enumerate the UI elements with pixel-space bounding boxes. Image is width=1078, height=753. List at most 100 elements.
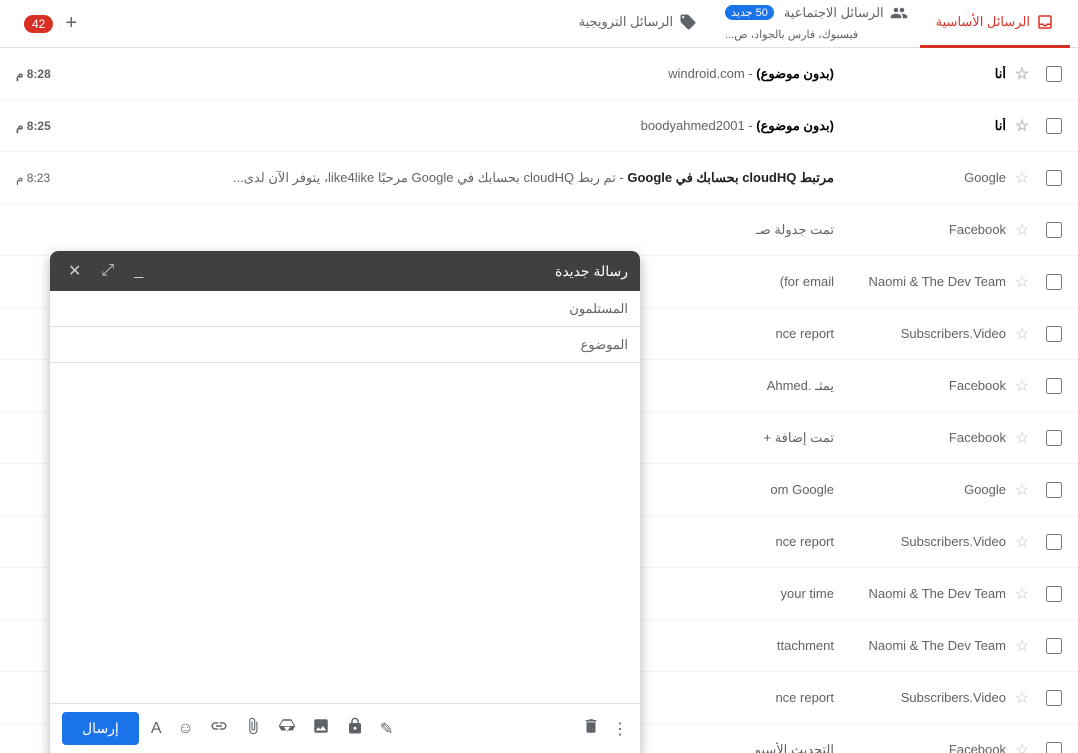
star-icon[interactable]: ☆: [1015, 740, 1029, 753]
to-label: المستلمون: [568, 301, 628, 317]
row-checkbox[interactable]: [1046, 118, 1062, 134]
subject-col: (بدون موضوع) - boodyahmed2001: [80, 118, 842, 134]
star-icon[interactable]: ☆: [1015, 168, 1029, 188]
row-checkbox[interactable]: [1046, 482, 1062, 498]
tab-primary[interactable]: الرسائل الأساسية: [920, 0, 1070, 48]
star-icon[interactable]: ☆: [1015, 116, 1029, 136]
compose-header: رسالة جديدة _ ⤢ ✕: [50, 251, 640, 291]
format-icon[interactable]: A: [147, 716, 166, 742]
tab-promotions[interactable]: الرسائل الترويجية: [563, 0, 714, 48]
checkbox-col: [1038, 586, 1070, 602]
row-checkbox[interactable]: [1046, 638, 1062, 654]
inbox-icon: [1036, 13, 1054, 31]
row-checkbox[interactable]: [1046, 378, 1062, 394]
table-row[interactable]: ☆ أنا (بدون موضوع) - windroid.com 8:28 م: [0, 48, 1078, 100]
star-icon[interactable]: ☆: [1015, 376, 1029, 396]
star-col[interactable]: ☆: [1010, 636, 1034, 656]
delete-icon[interactable]: [578, 713, 604, 744]
tab-social[interactable]: الرسائل الاجتماعية 50 جديد فيسبوك، فارس …: [713, 0, 920, 48]
star-col[interactable]: ☆: [1010, 272, 1034, 292]
row-checkbox[interactable]: [1046, 690, 1062, 706]
star-col[interactable]: ☆: [1010, 584, 1034, 604]
time-col: 8:25 م: [16, 119, 76, 133]
attachment-icon[interactable]: [240, 713, 266, 744]
add-tab-button[interactable]: +: [61, 8, 81, 39]
checkbox-col: [1038, 66, 1070, 82]
row-checkbox[interactable]: [1046, 222, 1062, 238]
sender-col: Facebook: [846, 378, 1006, 393]
checkbox-col: [1038, 534, 1070, 550]
checkbox-col: [1038, 378, 1070, 394]
to-input[interactable]: [62, 297, 568, 320]
table-row[interactable]: ☆ أنا (بدون موضوع) - boodyahmed2001 8:25…: [0, 100, 1078, 152]
signature-icon[interactable]: ✎: [376, 715, 397, 743]
row-checkbox[interactable]: [1046, 274, 1062, 290]
star-col[interactable]: ☆: [1010, 324, 1034, 344]
table-row[interactable]: ☆ Facebook تمت جدولة صـ: [0, 204, 1078, 256]
subject-col: (بدون موضوع) - windroid.com: [80, 66, 842, 82]
sender-col: Facebook: [846, 430, 1006, 445]
star-col[interactable]: ☆: [1010, 116, 1034, 136]
sender-col: Facebook: [846, 222, 1006, 237]
star-icon[interactable]: ☆: [1015, 324, 1029, 344]
photo-icon[interactable]: [308, 713, 334, 744]
emoji-icon[interactable]: ☺: [174, 716, 198, 742]
compose-body[interactable]: [50, 363, 640, 703]
star-icon[interactable]: ☆: [1015, 532, 1029, 552]
star-col[interactable]: ☆: [1010, 376, 1034, 396]
close-button[interactable]: ✕: [62, 259, 87, 283]
sender-col: أنا: [846, 66, 1006, 82]
sender-col: Naomi & The Dev Team: [846, 586, 1006, 601]
star-col[interactable]: ☆: [1010, 220, 1034, 240]
compose-title: رسالة جديدة: [555, 263, 628, 280]
star-col[interactable]: ☆: [1010, 480, 1034, 500]
minimize-button[interactable]: _: [128, 260, 149, 282]
time-col: 8:28 م: [16, 67, 76, 81]
star-col[interactable]: ☆: [1010, 428, 1034, 448]
sender-col: Subscribers.Video: [846, 690, 1006, 705]
sender-col: Naomi & The Dev Team: [846, 638, 1006, 653]
star-col[interactable]: ☆: [1010, 64, 1034, 84]
tab-primary-label: الرسائل الأساسية: [936, 14, 1030, 30]
star-col[interactable]: ☆: [1010, 532, 1034, 552]
star-icon[interactable]: ☆: [1015, 584, 1029, 604]
tabs-bar: الرسائل الأساسية الرسائل الاجتماعية 50 ج…: [0, 0, 1078, 48]
star-icon[interactable]: ☆: [1015, 428, 1029, 448]
send-button[interactable]: إرسال: [62, 712, 139, 745]
row-checkbox[interactable]: [1046, 534, 1062, 550]
social-badge: 50 جديد: [725, 5, 774, 20]
checkbox-col: [1038, 274, 1070, 290]
star-icon[interactable]: ☆: [1015, 688, 1029, 708]
time-col: 8:23 م: [16, 171, 76, 185]
expand-button[interactable]: ⤢: [95, 260, 120, 282]
tab-promotions-label: الرسائل الترويجية: [579, 14, 674, 30]
sender-col: Google: [846, 482, 1006, 497]
drive-icon[interactable]: [274, 713, 300, 744]
confidential-icon[interactable]: [342, 713, 368, 744]
row-checkbox[interactable]: [1046, 66, 1062, 82]
star-icon[interactable]: ☆: [1015, 480, 1029, 500]
checkbox-col: [1038, 430, 1070, 446]
star-icon[interactable]: ☆: [1015, 220, 1029, 240]
row-checkbox[interactable]: [1046, 430, 1062, 446]
table-row[interactable]: ☆ Google مرتبط cloudHQ بحسابك في Google …: [0, 152, 1078, 204]
star-col[interactable]: ☆: [1010, 168, 1034, 188]
sender-col: Google: [846, 170, 1006, 185]
checkbox-col: [1038, 482, 1070, 498]
link-icon[interactable]: [206, 713, 232, 744]
star-icon[interactable]: ☆: [1015, 272, 1029, 292]
star-col[interactable]: ☆: [1010, 688, 1034, 708]
subject-field-row: الموضوع: [50, 327, 640, 363]
star-icon[interactable]: ☆: [1015, 64, 1029, 84]
more-options-icon[interactable]: ⋮: [612, 719, 628, 739]
checkbox-col: [1038, 690, 1070, 706]
subject-input[interactable]: [62, 333, 568, 356]
social-subtitle: فيسبوك، فارس بالجواد، ص...: [725, 28, 858, 41]
row-checkbox[interactable]: [1046, 586, 1062, 602]
star-col[interactable]: ☆: [1010, 740, 1034, 753]
row-checkbox[interactable]: [1046, 326, 1062, 342]
row-checkbox[interactable]: [1046, 170, 1062, 186]
row-checkbox[interactable]: [1046, 742, 1062, 753]
subject-label: الموضوع: [568, 337, 628, 353]
star-icon[interactable]: ☆: [1015, 636, 1029, 656]
